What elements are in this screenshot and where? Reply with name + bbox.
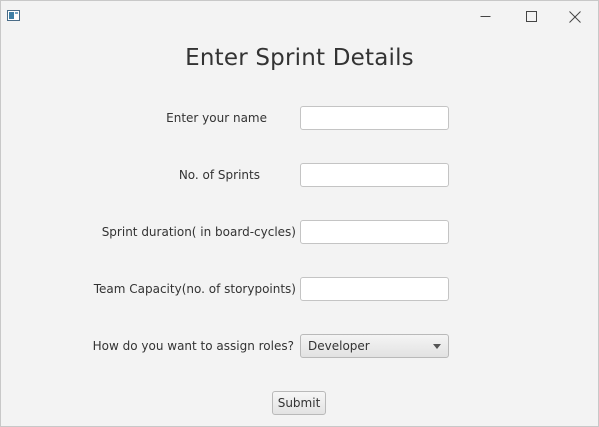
title-bar (1, 1, 598, 32)
maximize-button[interactable] (508, 1, 554, 32)
maximize-icon (525, 11, 537, 22)
roles-select-value: Developer (308, 339, 370, 353)
name-input[interactable] (300, 106, 449, 130)
minimize-button[interactable] (462, 1, 508, 32)
close-button[interactable] (552, 1, 598, 32)
app-window: Enter Sprint Details Enter your name No.… (0, 0, 599, 427)
team-capacity-label: Team Capacity(no. of storypoints) (93, 282, 296, 296)
minimize-icon (480, 16, 490, 17)
roles-select[interactable]: Developer (300, 334, 449, 358)
roles-label: How do you want to assign roles? (92, 339, 294, 353)
name-label: Enter your name (166, 111, 267, 125)
close-icon (569, 10, 581, 23)
app-icon (7, 10, 20, 21)
sprints-count-input[interactable] (300, 163, 449, 187)
team-capacity-input[interactable] (300, 277, 449, 301)
sprint-duration-input[interactable] (300, 220, 449, 244)
sprints-count-label: No. of Sprints (178, 168, 260, 182)
page-title: Enter Sprint Details (185, 45, 414, 71)
sprint-duration-label: Sprint duration( in board-cycles) (101, 225, 296, 239)
submit-button[interactable]: Submit (272, 391, 326, 415)
chevron-down-icon (433, 344, 441, 349)
